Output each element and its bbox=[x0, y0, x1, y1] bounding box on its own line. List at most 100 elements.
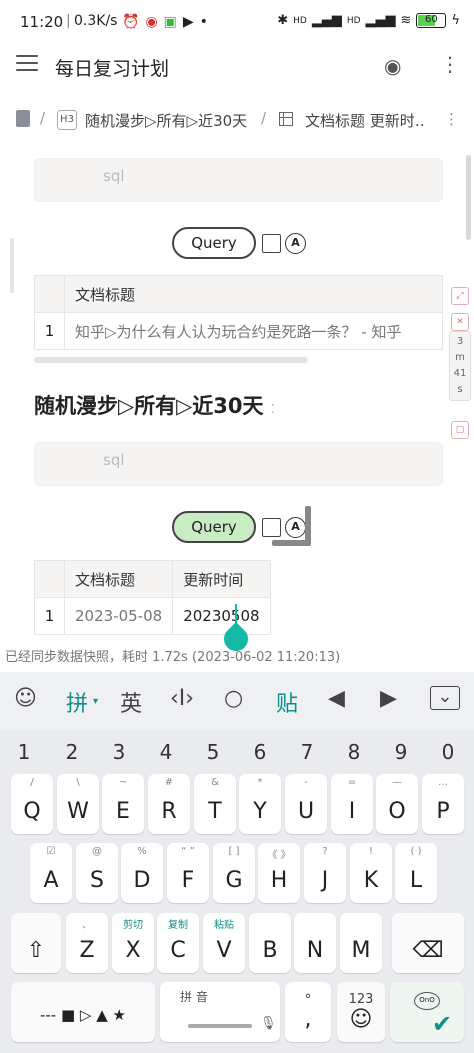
resize-handle[interactable] bbox=[272, 506, 314, 546]
bluetooth-icon: ✱ bbox=[277, 13, 289, 28]
close-icon[interactable]: ✕ bbox=[451, 313, 469, 331]
key-s[interactable]: @ S bbox=[76, 843, 118, 903]
paste-button[interactable]: 贴 bbox=[276, 686, 298, 718]
pinyin-toggle[interactable]: 拼 bbox=[66, 686, 88, 718]
status-bar: 11:20 | 0.3K/s ⏰ ◉ ▣ ▶ • ✱ HD ▂▄▆ HD ▂▄▆… bbox=[0, 0, 474, 44]
key-z[interactable]: 、 Z bbox=[66, 913, 108, 973]
cell-updated[interactable]: 20230508 bbox=[172, 597, 271, 635]
key-d[interactable]: % D bbox=[121, 843, 163, 903]
key-u[interactable]: -U bbox=[285, 774, 327, 834]
key-i[interactable]: = I bbox=[331, 774, 373, 834]
query-button-2[interactable]: Query bbox=[172, 511, 256, 543]
key-t[interactable]: & T bbox=[194, 774, 236, 834]
signal-bars-1-icon: ▂▄▆ bbox=[311, 13, 342, 28]
vertical-scrollbar[interactable] bbox=[466, 155, 471, 240]
key-7[interactable]: 7 bbox=[292, 740, 322, 764]
key-p[interactable]: … P bbox=[422, 774, 464, 834]
minimize-icon[interactable]: ▢ bbox=[451, 421, 469, 439]
arrow-left-icon[interactable]: ◀ bbox=[328, 686, 345, 711]
breadcrumb-item-heading[interactable]: 随机漫步▷所有▷近30天 bbox=[85, 110, 247, 131]
system-icons: ✱ HD ▂▄▆ HD ▂▄▆ ≋ 60 ϟ bbox=[277, 13, 460, 28]
key-6[interactable]: 6 bbox=[245, 740, 275, 764]
symbol-shortcuts-key[interactable]: --- ■ ▷ ▲ ★ bbox=[11, 982, 155, 1042]
english-toggle[interactable]: 英 bbox=[120, 686, 142, 718]
key-0[interactable]: 0 bbox=[433, 740, 463, 764]
key-y[interactable]: * Y bbox=[239, 774, 281, 834]
emoji-icon[interactable]: ☺ bbox=[14, 686, 37, 711]
enter-key[interactable]: OnO ✔ bbox=[390, 982, 464, 1042]
play-icon: ▶ bbox=[182, 14, 194, 30]
space-key[interactable]: 拼 音 🎙 bbox=[160, 982, 280, 1042]
timer-display: 3 m 41 s bbox=[449, 331, 471, 401]
key-l[interactable]: ( ) L bbox=[395, 843, 437, 903]
expand-icon[interactable]: ⤢ bbox=[451, 287, 469, 305]
key-1[interactable]: 1 bbox=[9, 740, 39, 764]
key-r[interactable]: # R bbox=[148, 774, 190, 834]
floating-timer-widget: ⤢ ✕ 3 m 41 s ▢ bbox=[449, 287, 471, 441]
key-h[interactable]: 《 》 H bbox=[258, 843, 300, 903]
sql-placeholder: sql bbox=[103, 451, 125, 469]
drag-handle-icon[interactable]: ⁚ bbox=[271, 402, 275, 416]
result-table-1: 文档标题 1 知乎▷为什么有人认为玩合约是死路一条？ - 知乎 bbox=[34, 275, 443, 350]
key-j[interactable]: ? J bbox=[304, 843, 346, 903]
key-8[interactable]: 8 bbox=[339, 740, 369, 764]
keyboard: 1 2 3 4 5 6 7 8 9 0 /Q \ W ~ E # R & T * Y -U… bbox=[0, 730, 474, 1053]
breadcrumb: / H3 随机漫步▷所有▷近30天 / 文档标题 更新时‥ ⋮ bbox=[0, 104, 474, 138]
app-notification-icon: ◉ bbox=[145, 14, 158, 30]
breadcrumb-item-table[interactable]: 文档标题 更新时‥ bbox=[305, 110, 425, 131]
column-header: 文档标题 bbox=[63, 560, 174, 598]
sql-input-1[interactable]: sql bbox=[34, 158, 443, 202]
wechat-icon: ▣ bbox=[163, 14, 177, 30]
key-o[interactable]: — O bbox=[376, 774, 418, 834]
auto-refresh-icon[interactable]: A bbox=[285, 233, 306, 254]
sql-input-2[interactable]: sql bbox=[34, 442, 443, 486]
signal-hd-1-icon: HD bbox=[293, 15, 307, 26]
status-divider: | bbox=[66, 13, 71, 29]
key-q[interactable]: / Q bbox=[11, 774, 53, 834]
key-2[interactable]: 2 bbox=[57, 740, 87, 764]
app-bar: 每日复习计划 ◉ ⋮ bbox=[0, 44, 474, 88]
collapse-keyboard-icon[interactable]: ⌄ bbox=[430, 686, 460, 710]
document-icon[interactable] bbox=[16, 110, 30, 127]
key-x[interactable]: 剪切 X bbox=[112, 913, 154, 973]
key-e[interactable]: ~ E bbox=[102, 774, 144, 834]
cell-title[interactable]: 知乎▷为什么有人认为玩合约是死路一条？ - 知乎 bbox=[64, 312, 443, 350]
key-f[interactable]: “ ” F bbox=[167, 843, 209, 903]
key-c[interactable]: 复制 C bbox=[157, 913, 199, 973]
column-header: 更新时间 bbox=[172, 560, 271, 598]
horizontal-scrollbar[interactable] bbox=[34, 357, 308, 363]
key-g[interactable]: [ ] G bbox=[213, 843, 255, 903]
key-a[interactable]: ☑ A bbox=[30, 843, 72, 903]
page-title: 每日复习计划 bbox=[55, 58, 170, 80]
backspace-key[interactable]: ⌫ bbox=[392, 913, 464, 973]
query-button-1[interactable]: Query bbox=[172, 227, 256, 259]
numbers-key[interactable]: 123 ☺ bbox=[337, 982, 385, 1042]
heading-h3-icon: H3 bbox=[57, 110, 77, 130]
key-w[interactable]: \ W bbox=[57, 774, 99, 834]
key-n[interactable]: N bbox=[294, 913, 336, 973]
breadcrumb-more-icon[interactable]: ⋮ bbox=[444, 110, 459, 128]
row-index: 1 bbox=[34, 597, 65, 635]
search-icon[interactable]: ○ bbox=[224, 686, 243, 711]
key-5[interactable]: 5 bbox=[198, 740, 228, 764]
checkbox-1[interactable] bbox=[262, 234, 281, 253]
key-9[interactable]: 9 bbox=[386, 740, 416, 764]
shift-key[interactable]: ⇧ bbox=[11, 913, 61, 973]
cell-title[interactable]: 2023-05-08 bbox=[63, 597, 174, 635]
key-4[interactable]: 4 bbox=[151, 740, 181, 764]
more-options-icon[interactable]: ⋮ bbox=[440, 52, 460, 76]
key-3[interactable]: 3 bbox=[104, 740, 134, 764]
cursor-icon[interactable]: ‹I› bbox=[170, 686, 194, 711]
arrow-right-icon[interactable]: ▶ bbox=[380, 686, 397, 711]
key-m[interactable]: M bbox=[340, 913, 382, 973]
key-v[interactable]: 粘贴 V bbox=[203, 913, 245, 973]
signal-bars-2-icon: ▂▄▆ bbox=[365, 13, 396, 28]
key-b[interactable]: B bbox=[249, 913, 291, 973]
dropdown-icon[interactable]: ▾ bbox=[93, 696, 98, 707]
microphone-icon[interactable]: 🎙 bbox=[260, 1016, 277, 1031]
eye-icon[interactable]: ◉ bbox=[384, 54, 401, 78]
key-k[interactable]: ! K bbox=[350, 843, 392, 903]
punctuation-key[interactable]: °, bbox=[285, 982, 331, 1042]
charging-icon: ϟ bbox=[451, 13, 460, 28]
menu-icon[interactable] bbox=[16, 55, 38, 73]
